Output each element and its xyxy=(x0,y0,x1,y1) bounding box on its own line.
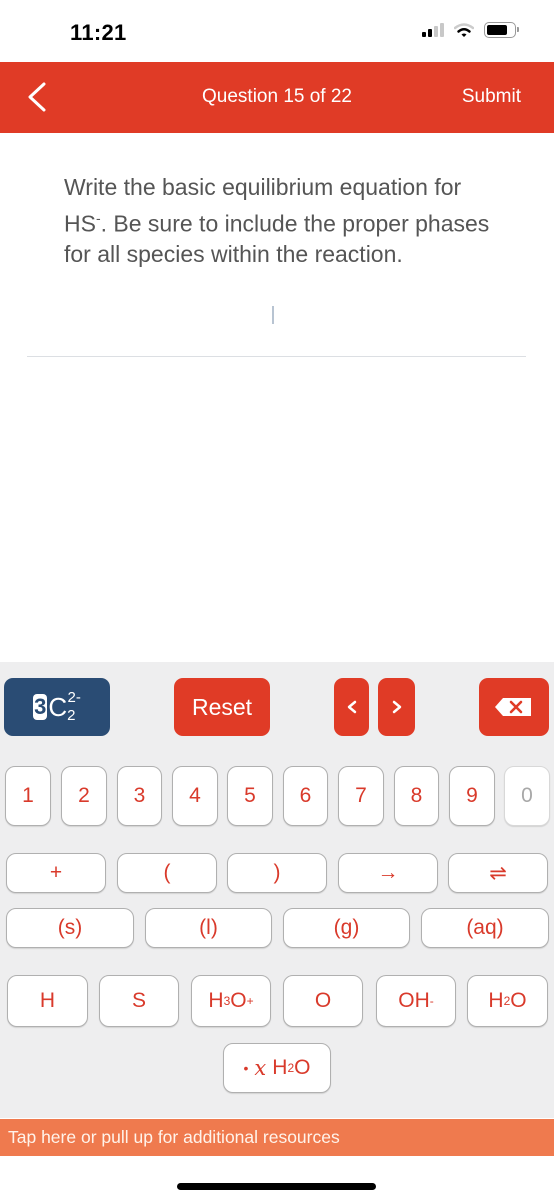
chemistry-keypad: 3 C 2 2- Reset 1 2 3 4 5 6 7 8 9 0 + ( )… xyxy=(0,662,554,1118)
reaction-arrow-key[interactable]: → xyxy=(338,853,438,893)
hydronium-mid: O xyxy=(230,989,247,1012)
additional-resources-bar[interactable]: Tap here or pull up for additional resou… xyxy=(0,1119,554,1156)
hydrate-key[interactable]: • x H 2 O xyxy=(223,1043,331,1093)
plus-key[interactable]: + xyxy=(6,853,106,893)
cursor-left-button[interactable] xyxy=(334,678,369,736)
digit-key-2[interactable]: 2 xyxy=(61,766,107,826)
hydronium-base: H xyxy=(208,989,224,1012)
water-base: H xyxy=(488,989,504,1012)
charge-element: C xyxy=(48,691,68,722)
status-icons xyxy=(422,22,519,38)
hydrate-base: H xyxy=(272,1056,288,1079)
phase-gas-key[interactable]: (g) xyxy=(283,908,410,948)
question-prompt: Write the basic equilibrium equation for… xyxy=(64,172,504,269)
hydronium-sub: 3 xyxy=(223,994,231,1008)
answer-divider xyxy=(27,356,526,357)
digit-key-5[interactable]: 5 xyxy=(227,766,273,826)
cursor-right-button[interactable] xyxy=(378,678,415,736)
reset-button[interactable]: Reset xyxy=(174,678,270,736)
water-mid: O xyxy=(510,989,527,1012)
open-paren-key[interactable]: ( xyxy=(117,853,217,893)
phase-solid-key[interactable]: (s) xyxy=(6,908,134,948)
water-sub: 2 xyxy=(503,994,511,1008)
backspace-button[interactable] xyxy=(479,678,549,736)
hydrate-sub: 2 xyxy=(287,1061,295,1075)
element-h-key[interactable]: H xyxy=(7,975,88,1027)
element-s-key[interactable]: S xyxy=(99,975,179,1027)
phase-liquid-key[interactable]: (l) xyxy=(145,908,272,948)
digit-key-3[interactable]: 3 xyxy=(117,766,162,826)
hydrate-x: x xyxy=(254,1056,267,1080)
digit-key-0[interactable]: 0 xyxy=(504,766,550,826)
hydroxide-sup: - xyxy=(429,994,434,1008)
equilibrium-arrow-key[interactable]: ⇌ xyxy=(448,853,548,893)
digit-key-9[interactable]: 9 xyxy=(449,766,495,826)
digit-key-6[interactable]: 6 xyxy=(283,766,328,826)
submit-button[interactable]: Submit xyxy=(462,86,521,108)
hydronium-key[interactable]: H 3 O + xyxy=(191,975,271,1027)
backspace-icon xyxy=(495,698,531,716)
status-bar: 11:21 xyxy=(0,0,554,62)
chevron-right-icon xyxy=(392,700,401,714)
charge-superscript: 2- xyxy=(67,688,81,706)
charge-subscript: 2 xyxy=(67,706,76,724)
digit-key-7[interactable]: 7 xyxy=(338,766,384,826)
answer-input-caret[interactable] xyxy=(272,306,274,324)
digit-key-4[interactable]: 4 xyxy=(172,766,218,826)
status-time: 11:21 xyxy=(70,20,127,45)
charge-coefficient: 3 xyxy=(33,694,48,720)
home-indicator[interactable] xyxy=(177,1183,376,1190)
digit-key-8[interactable]: 8 xyxy=(394,766,439,826)
element-o-key[interactable]: O xyxy=(283,975,363,1027)
chevron-left-icon xyxy=(347,700,356,714)
phase-aqueous-key[interactable]: (aq) xyxy=(421,908,549,948)
header-bar: Question 15 of 22 Submit xyxy=(0,62,554,133)
water-key[interactable]: H2O xyxy=(467,975,548,1027)
cellular-signal-icon xyxy=(422,23,444,37)
hydrate-mid: O xyxy=(294,1056,311,1079)
wifi-icon xyxy=(454,22,474,37)
hydrate-dot: • xyxy=(243,1060,249,1076)
hydroxide-base: OH xyxy=(398,989,430,1012)
hydroxide-key[interactable]: OH - xyxy=(376,975,456,1027)
question-text-suffix: . Be sure to include the proper phases f… xyxy=(64,210,490,267)
battery-icon xyxy=(484,22,519,38)
close-paren-key[interactable]: ) xyxy=(227,853,327,893)
charge-state-button[interactable]: 3 C 2 2- xyxy=(4,678,110,736)
hydronium-sup: + xyxy=(246,994,254,1008)
digit-key-1[interactable]: 1 xyxy=(5,766,51,826)
